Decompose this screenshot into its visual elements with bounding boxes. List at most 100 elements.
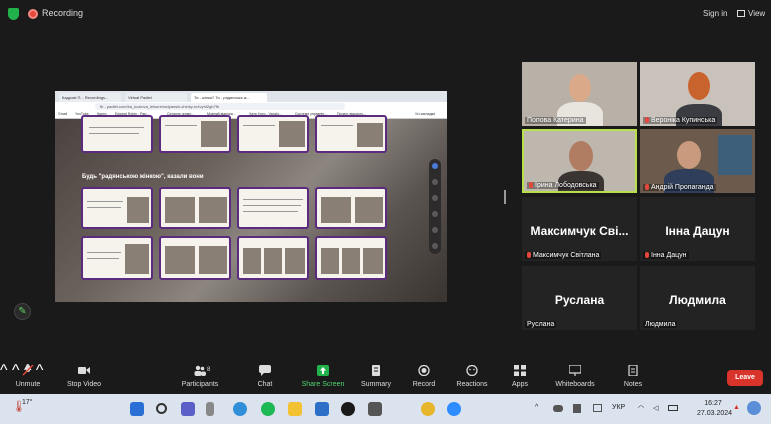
participants-count: 8 <box>207 367 211 373</box>
participant-tile[interactable]: Максимчук Сві... Максимчук Світлана <box>522 197 637 261</box>
mic-muted-icon <box>527 252 531 258</box>
reactions-button[interactable]: Reactions <box>452 362 492 394</box>
recording-label[interactable]: Recording <box>42 8 83 18</box>
bookmark[interactable]: Gmail <box>58 112 67 116</box>
chevron-up-icon[interactable]: ^ <box>0 362 8 379</box>
browser-tab-label: Кадрові П... Recordings... <box>62 95 109 100</box>
padlet-card[interactable] <box>159 187 231 229</box>
chevron-up-icon[interactable]: ^ <box>535 404 538 411</box>
browser-tab-strip: Кадрові П... Recordings... Virtual Padle… <box>55 91 447 102</box>
padlet-tool-icon[interactable] <box>432 195 438 201</box>
participant-tile[interactable]: Попова Катерина <box>522 62 637 126</box>
participant-name: Людмила <box>643 321 678 328</box>
edge-icon[interactable] <box>233 402 247 416</box>
teams-icon[interactable] <box>181 402 195 416</box>
record-button[interactable]: Record <box>406 362 442 394</box>
chrome-icon[interactable] <box>421 402 435 416</box>
view-button[interactable]: View <box>748 9 765 18</box>
language-indicator[interactable]: УКР <box>612 404 625 411</box>
padlet-card[interactable] <box>315 115 387 153</box>
search-icon[interactable] <box>156 403 167 414</box>
browser-tab-label: Ти - жінка? Ти - радянська ж... <box>194 95 250 100</box>
windows-start-icon[interactable] <box>130 402 144 416</box>
record-label: Record <box>412 381 436 388</box>
participant-name-text: Андрій Пропаганда <box>651 184 714 191</box>
participants-button[interactable]: Participants <box>176 362 224 394</box>
bookmark[interactable]: Усі закладки <box>415 112 435 116</box>
leave-button[interactable]: Leave <box>727 370 763 386</box>
padlet-tool-icon[interactable] <box>432 163 438 169</box>
padlet-card[interactable] <box>81 115 153 153</box>
padlet-card[interactable] <box>159 115 231 153</box>
address-bar[interactable]: fb - padlet.com/ira_kozlova_leisure/rady… <box>95 103 345 110</box>
padlet-board: Будь "радянською жінкою", казали вони <box>55 115 447 302</box>
participant-name: Інна Дацун <box>643 252 689 259</box>
participants-icon <box>194 365 206 376</box>
browser-tab-active[interactable]: Ти - жінка? Ти - радянська ж... <box>191 93 267 102</box>
notes-button[interactable]: Notes <box>616 362 650 394</box>
padlet-tool-icon[interactable] <box>432 243 438 249</box>
unmute-button[interactable]: Unmute <box>10 362 46 394</box>
taskbar-app-icon[interactable] <box>368 402 382 416</box>
padlet-card[interactable] <box>315 236 387 280</box>
copilot-icon[interactable] <box>747 401 761 415</box>
system-clock[interactable]: 16:27 27.03.2024 <box>697 399 733 419</box>
participant-tile[interactable]: Андрій Пропаганда <box>640 129 755 193</box>
chat-button[interactable]: Chat <box>250 362 280 394</box>
spotify-icon[interactable] <box>261 402 275 416</box>
participant-big-name: Інна Дацун <box>665 224 730 238</box>
padlet-card[interactable] <box>81 187 153 229</box>
annotate-pen-button[interactable]: ✎ <box>14 303 31 320</box>
padlet-tool-icon[interactable] <box>432 179 438 185</box>
padlet-card[interactable] <box>315 187 387 229</box>
bell-icon[interactable]: ▲ <box>733 404 740 411</box>
participant-tile[interactable]: Інна Дацун Інна Дацун <box>640 197 755 261</box>
padlet-card[interactable] <box>237 115 309 153</box>
participant-tile-active-speaker[interactable]: Ірина Лободовська <box>522 129 637 193</box>
top-bar: Recording Sign in View <box>0 0 771 28</box>
taskbar-tray-icon[interactable] <box>573 404 581 413</box>
zoom-icon[interactable] <box>447 402 461 416</box>
clock-date: 27.03.2024 <box>697 410 733 417</box>
padlet-card[interactable] <box>237 236 309 280</box>
stop-video-button[interactable]: Stop Video <box>62 362 106 394</box>
keyboard-icon[interactable] <box>593 404 602 412</box>
video-camera-icon <box>78 367 90 374</box>
padlet-card[interactable] <box>159 236 231 280</box>
speaker-icon[interactable]: ◁ <box>653 404 658 412</box>
browser-tab[interactable]: Virtual Padlet <box>125 93 187 102</box>
weather-temp[interactable]: 17° <box>22 399 33 406</box>
meeting-toolbar: Unmute ^ Stop Video ^ Participants 8 ^ C… <box>0 362 771 394</box>
taskbar-app-icon[interactable] <box>206 402 214 416</box>
battery-icon[interactable] <box>668 405 678 411</box>
padlet-card[interactable] <box>237 187 309 229</box>
view-icon[interactable] <box>737 10 745 17</box>
mail-icon[interactable] <box>315 402 329 416</box>
whiteboards-button[interactable]: Whiteboards <box>550 362 600 394</box>
resize-handle[interactable] <box>504 190 506 204</box>
browser-tab[interactable]: Кадрові П... Recordings... <box>59 93 121 102</box>
file-explorer-icon[interactable] <box>288 402 302 416</box>
dell-icon[interactable] <box>341 402 355 416</box>
sign-in-link[interactable]: Sign in <box>703 9 727 18</box>
participant-name: Вероніка Купинська <box>643 117 718 124</box>
participant-tile[interactable]: Руслана Руслана <box>522 266 637 330</box>
padlet-tool-icon[interactable] <box>432 227 438 233</box>
padlet-tool-icon[interactable] <box>432 211 438 217</box>
pen-icon: ✎ <box>18 306 27 317</box>
cloud-icon[interactable] <box>553 405 563 412</box>
record-icon <box>418 365 430 376</box>
participant-video <box>569 74 591 102</box>
shield-icon[interactable] <box>8 8 19 20</box>
summary-button[interactable]: Summary <box>356 362 396 394</box>
participant-tile[interactable]: Вероніка Купинська <box>640 62 755 126</box>
participant-name-text: Максимчук Світлана <box>533 252 600 259</box>
wifi-icon[interactable]: ◠ <box>638 404 644 412</box>
participant-tile[interactable]: Людмила Людмила <box>640 266 755 330</box>
summary-label: Summary <box>361 381 391 388</box>
apps-button[interactable]: Apps <box>505 362 535 394</box>
apps-label: Apps <box>512 381 528 388</box>
participant-big-name: Руслана <box>554 293 605 307</box>
share-screen-button[interactable]: Share Screen <box>300 362 346 394</box>
padlet-card[interactable] <box>81 236 153 280</box>
